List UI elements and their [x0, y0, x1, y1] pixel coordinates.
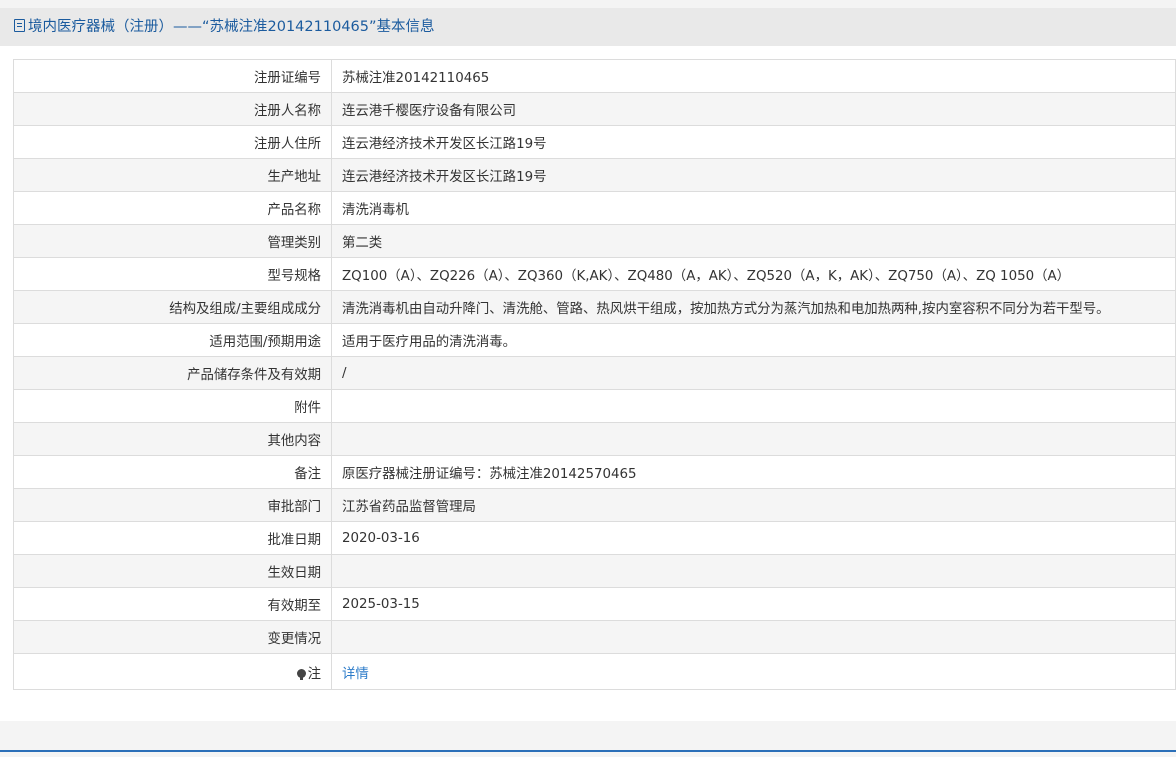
note-label: 注	[307, 666, 321, 682]
table-row: 适用范围/预期用途 适用于医疗用品的清洗消毒。	[13, 323, 1176, 357]
row-value: 2020-03-16	[331, 521, 1176, 555]
row-value: 清洗消毒机	[331, 191, 1176, 225]
table-row: 生效日期	[13, 554, 1176, 588]
row-label: 变更情况	[13, 620, 332, 654]
row-label: 附件	[13, 389, 332, 423]
row-label: 结构及组成/主要组成成分	[13, 290, 332, 324]
table-row: 附件	[13, 389, 1176, 423]
panel-header: 境内医疗器械（注册）——“苏械注准20142110465”基本信息	[0, 8, 1176, 46]
table-row: 注册人名称 连云港千樱医疗设备有限公司	[13, 92, 1176, 126]
table-row: 注册证编号 苏械注准20142110465	[13, 59, 1176, 93]
table-row: 产品储存条件及有效期 /	[13, 356, 1176, 390]
table-row: 批准日期 2020-03-16	[13, 521, 1176, 555]
table-row: 变更情况	[13, 620, 1176, 654]
row-value: 原医疗器械注册证编号：苏械注准20142570465	[331, 455, 1176, 489]
document-icon	[14, 19, 25, 32]
table-row: 生产地址 连云港经济技术开发区长江路19号	[13, 158, 1176, 192]
table-row: 产品名称 清洗消毒机	[13, 191, 1176, 225]
row-value: 2025-03-15	[331, 587, 1176, 621]
note-label-cell: 注	[13, 653, 332, 690]
row-label: 注册人名称	[13, 92, 332, 126]
bottom-divider	[0, 750, 1176, 752]
page-title: 境内医疗器械（注册）——“苏械注准20142110465”基本信息	[28, 19, 435, 35]
note-value-cell: 详情	[331, 653, 1176, 690]
row-value	[331, 620, 1176, 654]
row-value	[331, 389, 1176, 423]
row-value: 连云港经济技术开发区长江路19号	[331, 125, 1176, 159]
row-value: 第二类	[331, 224, 1176, 258]
row-value: /	[331, 356, 1176, 390]
row-label: 注册人住所	[13, 125, 332, 159]
row-label: 注册证编号	[13, 59, 332, 93]
row-label: 备注	[13, 455, 332, 489]
table-row: 备注 原医疗器械注册证编号：苏械注准20142570465	[13, 455, 1176, 489]
row-label: 批准日期	[13, 521, 332, 555]
row-label: 管理类别	[13, 224, 332, 258]
page: 境内医疗器械（注册）——“苏械注准20142110465”基本信息 注册证编号 …	[0, 0, 1176, 757]
row-label: 适用范围/预期用途	[13, 323, 332, 357]
row-label: 型号规格	[13, 257, 332, 291]
row-value: 清洗消毒机由自动升降门、清洗舱、管路、热风烘干组成，按加热方式分为蒸汽加热和电加…	[331, 290, 1176, 324]
table-row: 注册人住所 连云港经济技术开发区长江路19号	[13, 125, 1176, 159]
row-value	[331, 422, 1176, 456]
info-panel: 境内医疗器械（注册）——“苏械注准20142110465”基本信息 注册证编号 …	[0, 8, 1176, 721]
table-row: 管理类别 第二类	[13, 224, 1176, 258]
row-value: 适用于医疗用品的清洗消毒。	[331, 323, 1176, 357]
table-row: 有效期至 2025-03-15	[13, 587, 1176, 621]
row-label: 有效期至	[13, 587, 332, 621]
row-value: 连云港千樱医疗设备有限公司	[331, 92, 1176, 126]
row-label: 其他内容	[13, 422, 332, 456]
row-label: 生产地址	[13, 158, 332, 192]
row-label: 生效日期	[13, 554, 332, 588]
details-link[interactable]: 详情	[342, 667, 369, 682]
table-row: 其他内容	[13, 422, 1176, 456]
row-value: ZQ100（A）、ZQ226（A）、ZQ360（K,AK）、ZQ480（A，AK…	[331, 257, 1176, 291]
row-value: 连云港经济技术开发区长江路19号	[331, 158, 1176, 192]
row-value: 江苏省药品监督管理局	[331, 488, 1176, 522]
row-label: 产品名称	[13, 191, 332, 225]
table-row: 审批部门 江苏省药品监督管理局	[13, 488, 1176, 522]
info-table: 注册证编号 苏械注准20142110465 注册人名称 连云港千樱医疗设备有限公…	[13, 59, 1176, 690]
row-value	[331, 554, 1176, 588]
row-label: 产品储存条件及有效期	[13, 356, 332, 390]
note-row: 注 详情	[13, 653, 1176, 690]
table-row: 型号规格 ZQ100（A）、ZQ226（A）、ZQ360（K,AK）、ZQ480…	[13, 257, 1176, 291]
row-label: 审批部门	[13, 488, 332, 522]
row-value: 苏械注准20142110465	[331, 59, 1176, 93]
lightbulb-icon	[296, 668, 306, 680]
table-row: 结构及组成/主要组成成分 清洗消毒机由自动升降门、清洗舱、管路、热风烘干组成，按…	[13, 290, 1176, 324]
